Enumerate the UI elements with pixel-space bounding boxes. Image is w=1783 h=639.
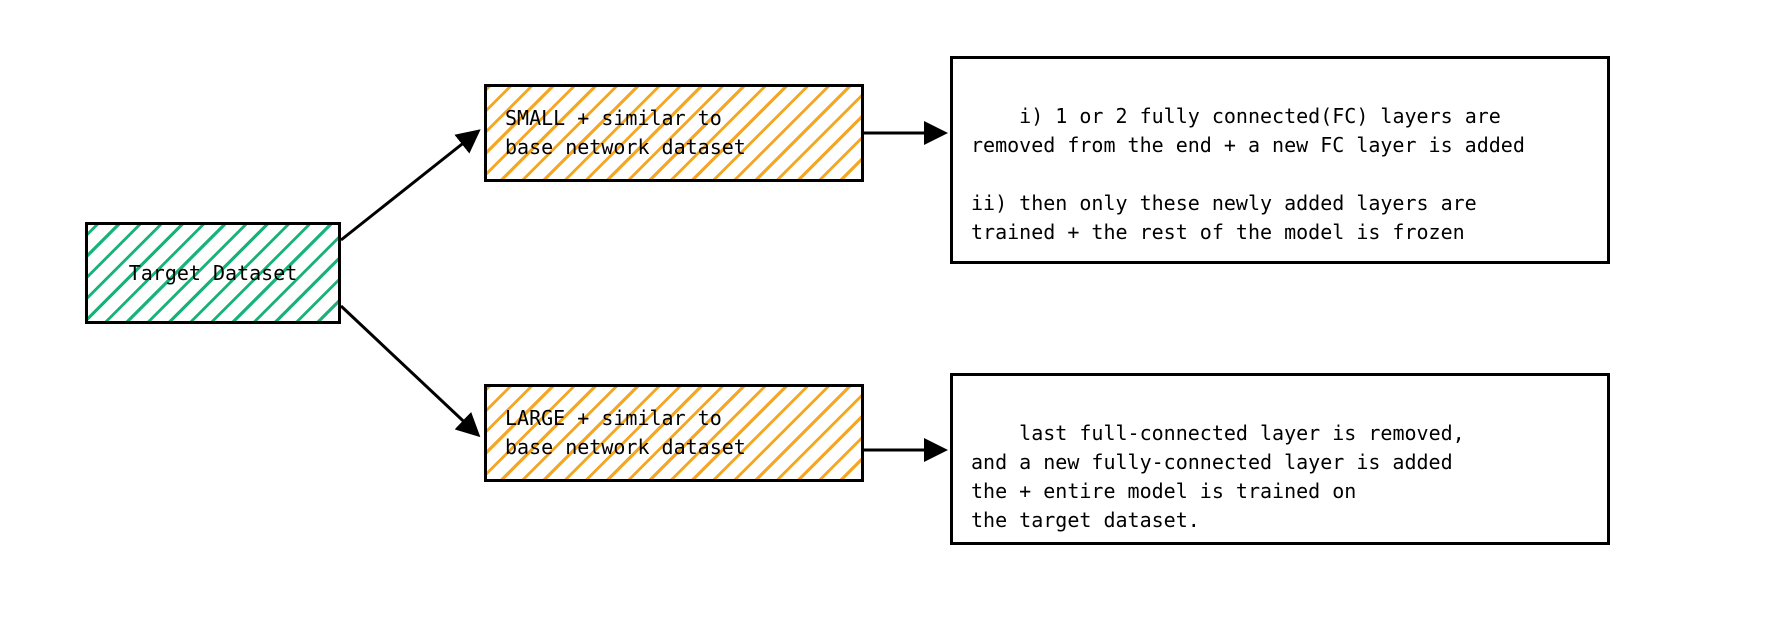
node-small-result: i) 1 or 2 fully connected(FC) layers are…	[950, 56, 1610, 264]
node-small-similar: SMALL + similar to base network dataset	[484, 84, 864, 182]
arrow-root-to-large	[341, 306, 476, 433]
arrow-root-to-small	[341, 133, 476, 240]
node-target-dataset-label: Target Dataset	[129, 259, 298, 288]
node-small-result-text: i) 1 or 2 fully connected(FC) layers are…	[971, 104, 1525, 244]
node-target-dataset: Target Dataset	[85, 222, 341, 324]
diagram-canvas: Target Dataset SMALL + similar to base n…	[0, 0, 1783, 639]
node-small-similar-label: SMALL + similar to base network dataset	[505, 104, 746, 162]
node-large-similar-label: LARGE + similar to base network dataset	[505, 404, 746, 462]
node-large-result: last full-connected layer is removed, an…	[950, 373, 1610, 545]
node-large-similar: LARGE + similar to base network dataset	[484, 384, 864, 482]
node-large-result-text: last full-connected layer is removed, an…	[971, 421, 1465, 532]
